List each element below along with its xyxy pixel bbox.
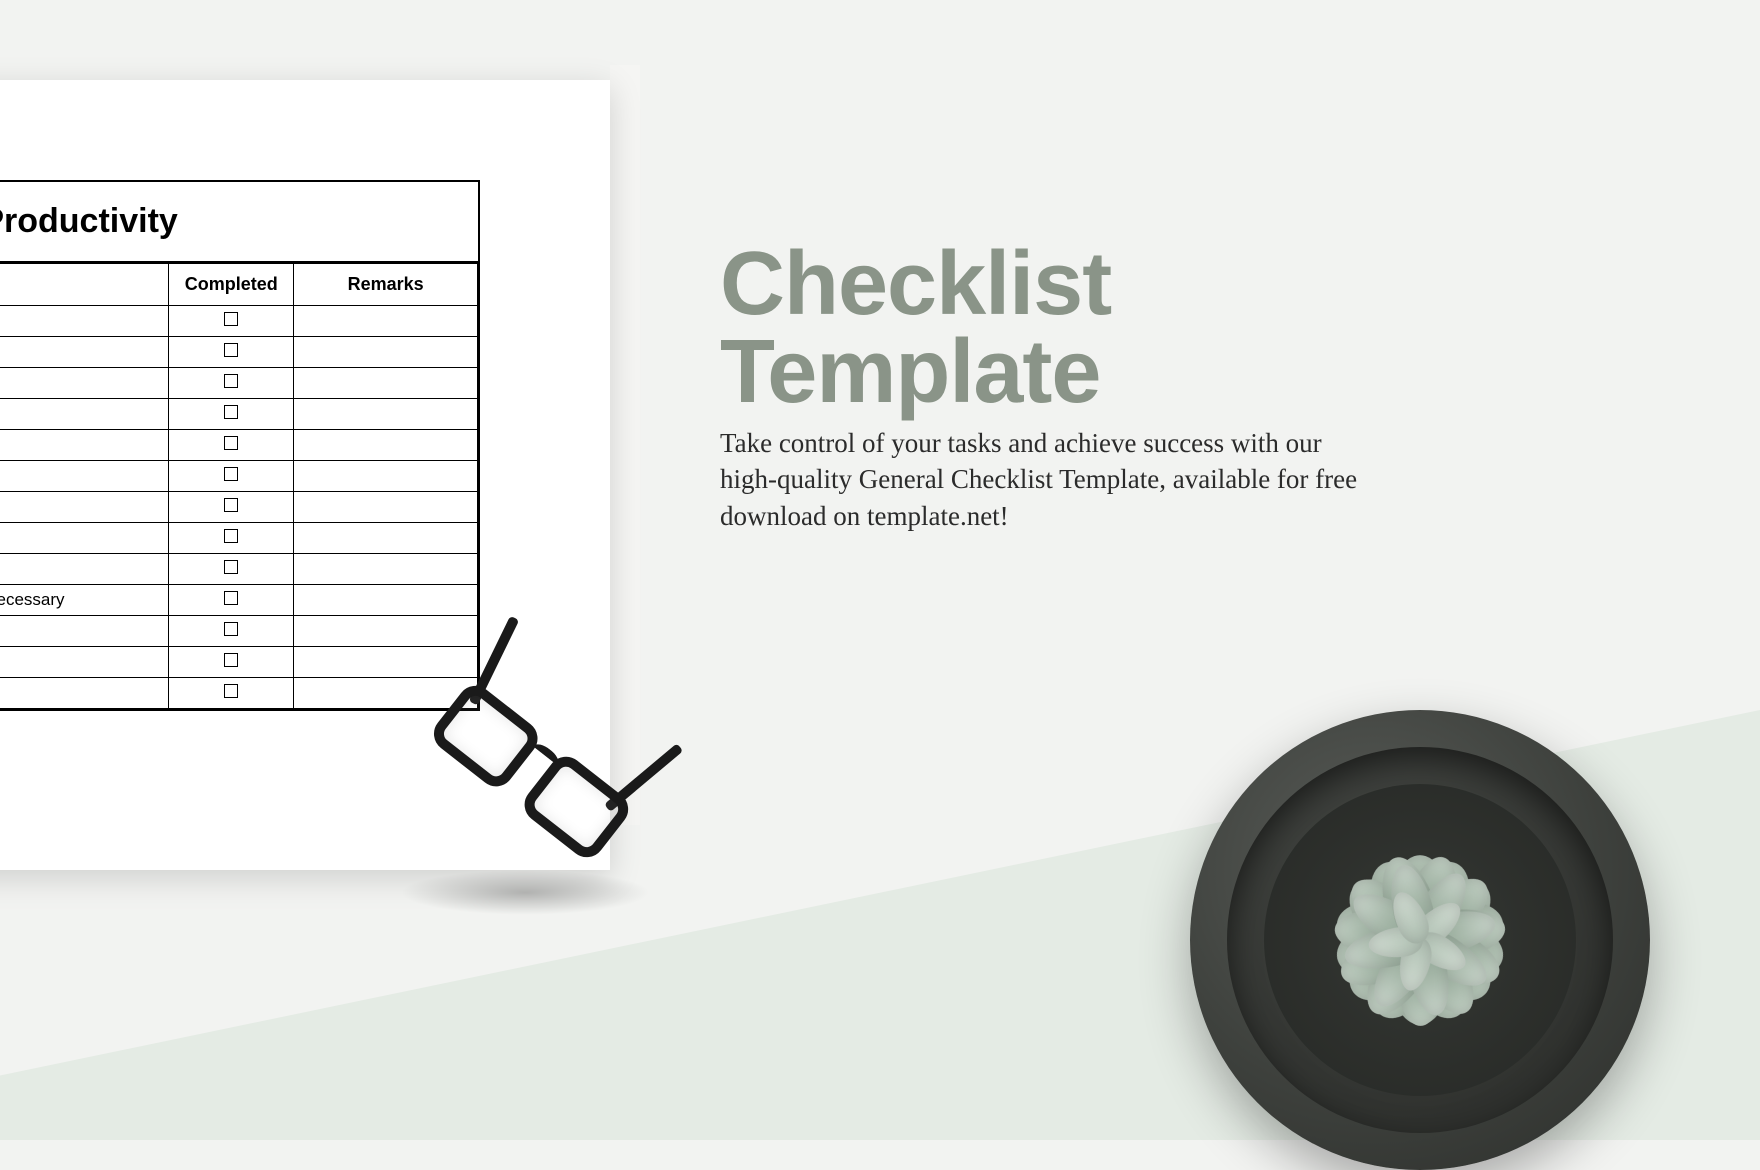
table-row bbox=[0, 616, 478, 647]
checkbox-icon bbox=[224, 560, 238, 574]
table-row: ne bbox=[0, 554, 478, 585]
completed-cell bbox=[169, 523, 294, 554]
completed-cell bbox=[169, 368, 294, 399]
remarks-cell bbox=[294, 523, 478, 554]
completed-cell bbox=[169, 616, 294, 647]
completed-cell bbox=[169, 306, 294, 337]
task-cell bbox=[0, 430, 169, 461]
table-row bbox=[0, 492, 478, 523]
completed-cell bbox=[169, 399, 294, 430]
remarks-cell bbox=[294, 585, 478, 616]
table-row: rity task bbox=[0, 523, 478, 554]
table-row: it tasks for the day bbox=[0, 461, 478, 492]
table-row bbox=[0, 337, 478, 368]
checkbox-icon bbox=[224, 467, 238, 481]
paper-strip bbox=[610, 65, 640, 825]
completed-cell bbox=[169, 585, 294, 616]
completed-cell bbox=[169, 554, 294, 585]
table-row bbox=[0, 368, 478, 399]
glasses-lens bbox=[517, 749, 635, 864]
checkbox-icon bbox=[224, 343, 238, 357]
col-remarks: Remarks bbox=[294, 264, 478, 306]
promo-heading: Checklist Template bbox=[720, 240, 1460, 416]
table-row: en tasks bbox=[0, 678, 478, 709]
task-cell bbox=[0, 337, 169, 368]
completed-cell bbox=[169, 337, 294, 368]
table-row bbox=[0, 399, 478, 430]
remarks-cell bbox=[294, 430, 478, 461]
document-title: ecklist: Daily Productivity bbox=[0, 182, 478, 263]
task-cell: rity task bbox=[0, 523, 169, 554]
completed-cell bbox=[169, 492, 294, 523]
task-cell: ., turn off notifications, close unneces… bbox=[0, 585, 169, 616]
task-cell: ne bbox=[0, 554, 169, 585]
task-cell bbox=[0, 399, 169, 430]
document-table-wrap: ecklist: Daily Productivity Task Complet… bbox=[0, 180, 480, 711]
remarks-cell bbox=[294, 399, 478, 430]
checkbox-icon bbox=[224, 312, 238, 326]
table-row bbox=[0, 430, 478, 461]
remarks-cell bbox=[294, 647, 478, 678]
task-cell: r timer bbox=[0, 647, 169, 678]
checkbox-icon bbox=[224, 684, 238, 698]
completed-cell bbox=[169, 647, 294, 678]
succulent-plant bbox=[1190, 710, 1650, 1170]
remarks-cell bbox=[294, 368, 478, 399]
remarks-cell bbox=[294, 616, 478, 647]
table-row: ., turn off notifications, close unneces… bbox=[0, 585, 478, 616]
checkbox-icon bbox=[224, 591, 238, 605]
table-row: r timer bbox=[0, 647, 478, 678]
task-cell bbox=[0, 616, 169, 647]
remarks-cell bbox=[294, 306, 478, 337]
succulent-leaves bbox=[1270, 790, 1570, 1090]
remarks-cell bbox=[294, 461, 478, 492]
remarks-cell bbox=[294, 554, 478, 585]
task-cell: en tasks bbox=[0, 678, 169, 709]
promo-description: Take control of your tasks and achieve s… bbox=[720, 425, 1380, 534]
completed-cell bbox=[169, 678, 294, 709]
promo-title-line1: Checklist bbox=[720, 234, 1111, 334]
completed-cell bbox=[169, 430, 294, 461]
col-task: Task bbox=[0, 264, 169, 306]
completed-cell bbox=[169, 461, 294, 492]
col-completed: Completed bbox=[169, 264, 294, 306]
promo-title-line2: Template bbox=[720, 322, 1100, 422]
task-cell bbox=[0, 368, 169, 399]
checkbox-icon bbox=[224, 374, 238, 388]
checklist-table: Task Completed Remarks it tasks for the … bbox=[0, 263, 478, 709]
table-row bbox=[0, 306, 478, 337]
checkbox-icon bbox=[224, 436, 238, 450]
checkbox-icon bbox=[224, 622, 238, 636]
checkbox-icon bbox=[224, 653, 238, 667]
checkbox-icon bbox=[224, 529, 238, 543]
remarks-cell bbox=[294, 492, 478, 523]
checkbox-icon bbox=[224, 405, 238, 419]
checkbox-icon bbox=[224, 498, 238, 512]
remarks-cell bbox=[294, 337, 478, 368]
task-cell: it tasks for the day bbox=[0, 461, 169, 492]
task-cell bbox=[0, 492, 169, 523]
task-cell bbox=[0, 306, 169, 337]
